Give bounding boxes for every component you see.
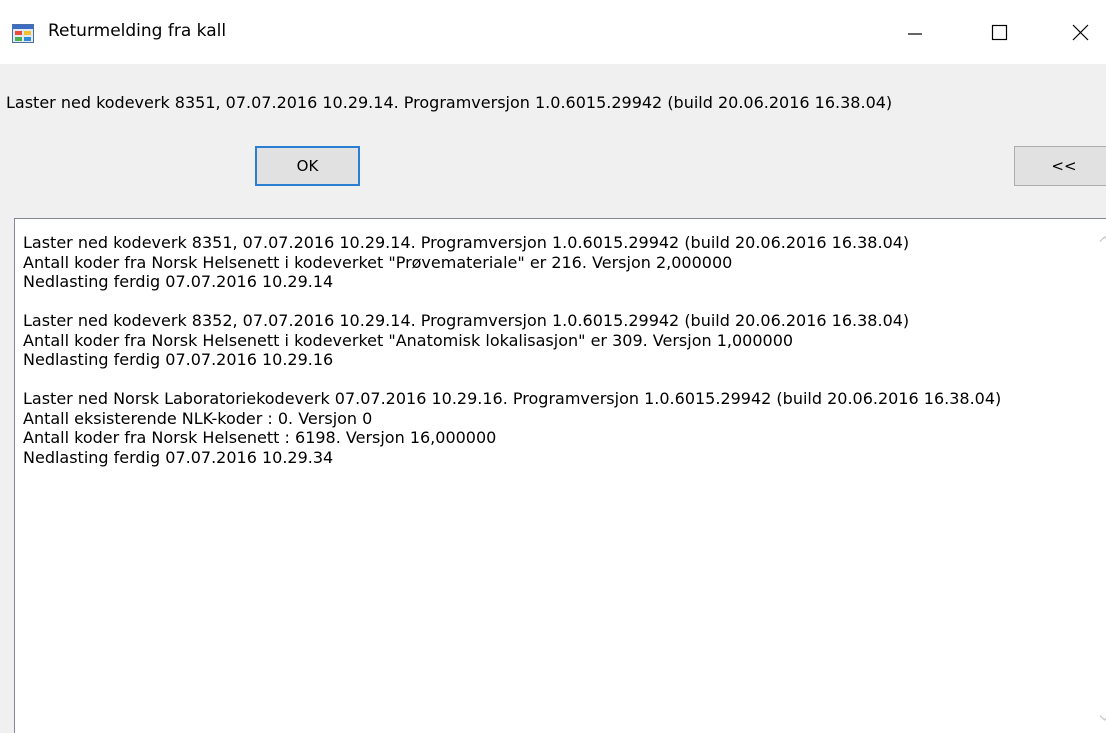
- scroll-down-button[interactable]: [1099, 713, 1106, 723]
- chevron-up-icon: [1099, 236, 1106, 242]
- log-text: Laster ned kodeverk 8351, 07.07.2016 10.…: [23, 233, 1002, 467]
- close-icon: [1072, 24, 1089, 41]
- close-button[interactable]: [1050, 0, 1106, 64]
- log-textarea[interactable]: Laster ned kodeverk 8351, 07.07.2016 10.…: [14, 218, 1106, 733]
- minimize-button[interactable]: [885, 0, 945, 64]
- application-window-icon[interactable]: [12, 24, 34, 43]
- scroll-up-button[interactable]: [1099, 234, 1106, 244]
- title-bar[interactable]: Returmelding fra kall: [0, 0, 1106, 64]
- status-message: Laster ned kodeverk 8351, 07.07.2016 10.…: [6, 93, 893, 112]
- window-title: Returmelding fra kall: [48, 21, 227, 41]
- ok-button[interactable]: OK: [255, 146, 360, 186]
- chevron-down-icon: [1099, 715, 1106, 721]
- maximize-icon: [991, 24, 1008, 41]
- dialog-window: Returmelding fra kall Laster ned kodever…: [0, 0, 1106, 733]
- vertical-scrollbar[interactable]: [1096, 219, 1106, 733]
- collapse-details-button[interactable]: <<: [1014, 146, 1106, 186]
- maximize-button[interactable]: [969, 0, 1029, 64]
- minimize-icon: [908, 33, 922, 35]
